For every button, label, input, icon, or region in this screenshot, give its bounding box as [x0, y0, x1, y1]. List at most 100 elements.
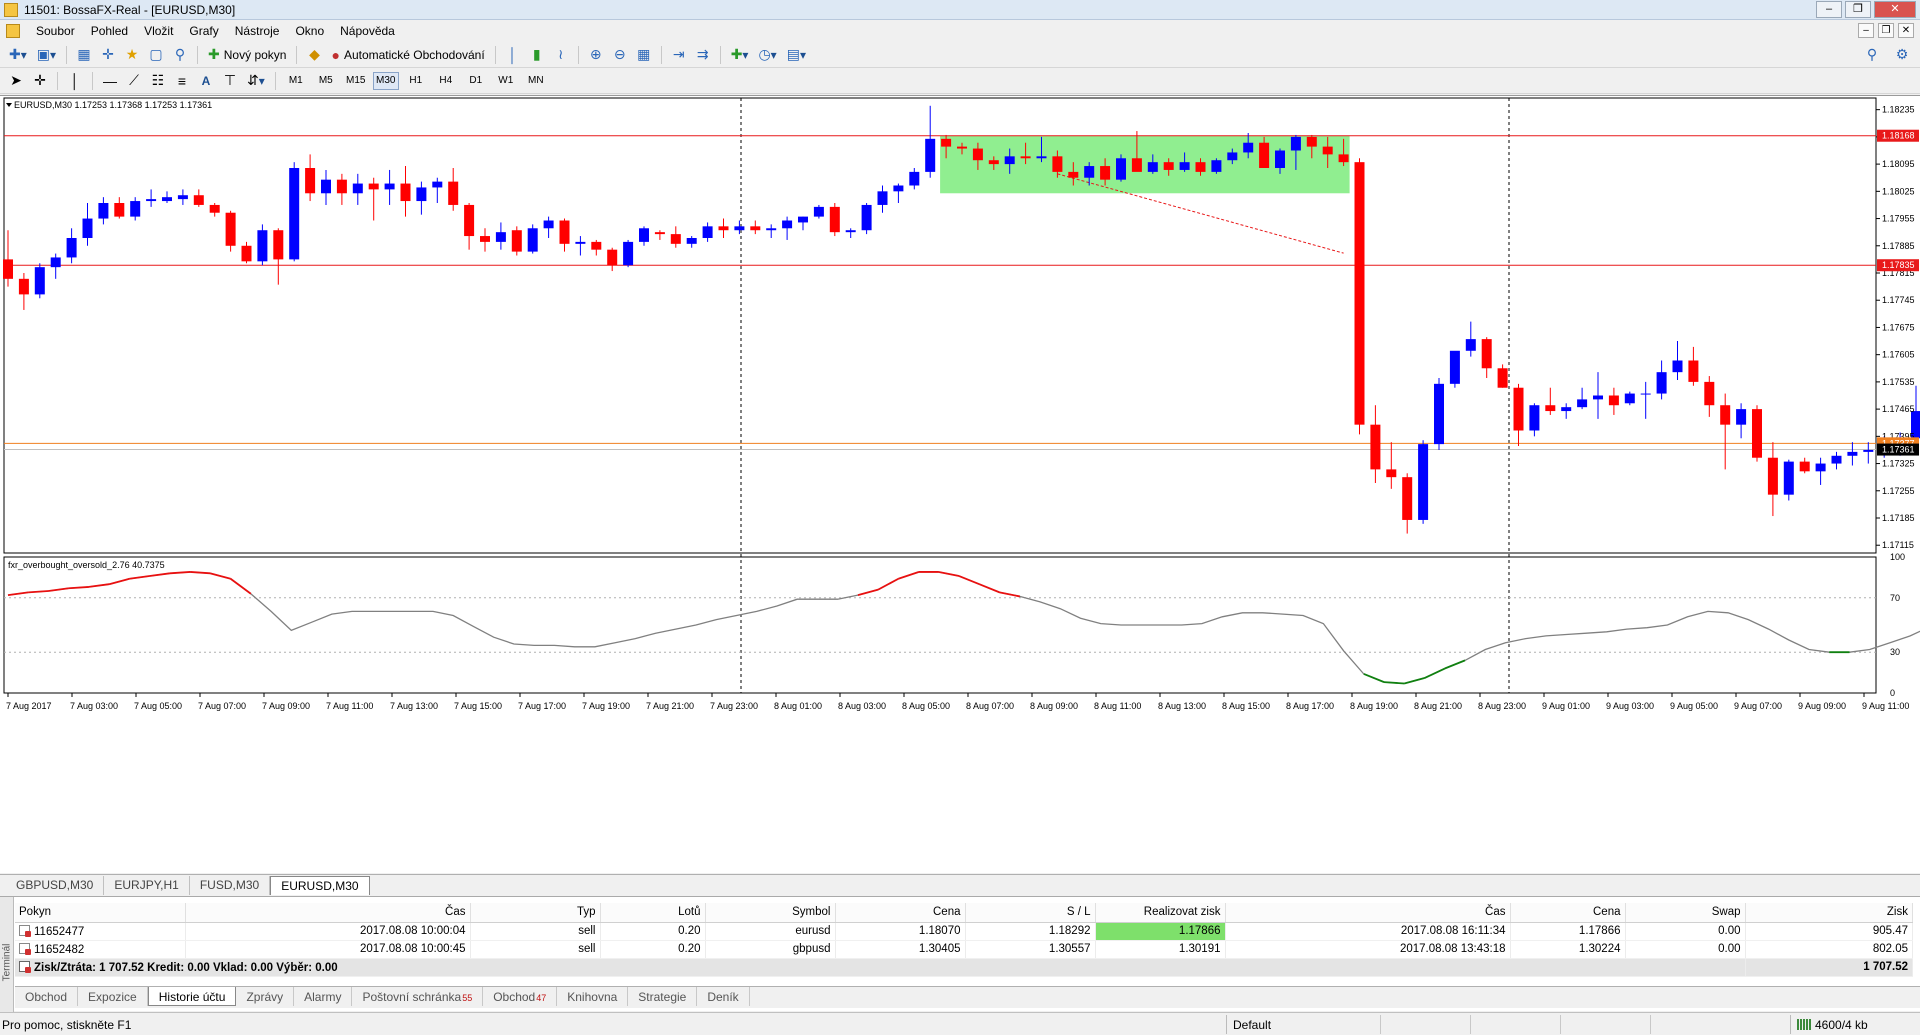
- candle-body: [988, 160, 999, 165]
- mdi-minimize-button[interactable]: –: [1858, 23, 1874, 38]
- time-tick-label: 9 Aug 03:00: [1606, 701, 1654, 711]
- price-chart[interactable]: 1.182351.181651.180951.180251.179551.178…: [0, 96, 1920, 874]
- col-tp[interactable]: Realizovat zisk: [1095, 903, 1226, 923]
- close-button[interactable]: ✕: [1874, 1, 1916, 18]
- table-row[interactable]: 11652477 2017.08.08 10:00:04 sell 0.20 e…: [15, 922, 1913, 941]
- candle-body: [495, 232, 506, 242]
- chart-tab-gbpusd[interactable]: GBPUSD,M30: [6, 876, 105, 895]
- chart-tab-eurusd[interactable]: EURUSD,M30: [270, 876, 370, 895]
- timeframe-h4[interactable]: H4: [433, 72, 459, 90]
- timeframe-m15[interactable]: M15: [343, 72, 369, 90]
- maximize-button[interactable]: ❐: [1845, 1, 1871, 18]
- status-bar: Pro pomoc, stiskněte F1 Default 4600/4 k…: [0, 1012, 1920, 1035]
- col-sl[interactable]: S / L: [965, 903, 1096, 923]
- timeframe-d1[interactable]: D1: [463, 72, 489, 90]
- history-table: Pokyn Čas Typ Lotů Symbol Cena S / L Rea…: [15, 903, 1913, 977]
- menu-pohled[interactable]: Pohled: [83, 22, 136, 40]
- bar-chart-icon[interactable]: │: [503, 45, 523, 65]
- timeframe-m30[interactable]: M30: [372, 71, 399, 90]
- candle-body: [400, 183, 411, 202]
- crosshair-icon[interactable]: ✛: [30, 71, 50, 91]
- zoom-in-icon[interactable]: ⊕: [586, 45, 606, 65]
- trendline-icon[interactable]: ⟋: [124, 71, 144, 91]
- menu-vlozit[interactable]: Vložit: [136, 22, 181, 40]
- text-label-icon[interactable]: ⊤: [220, 71, 240, 91]
- market-watch-icon[interactable]: ▦: [74, 45, 94, 65]
- periods-icon[interactable]: ◷ ▾: [755, 45, 779, 65]
- col-swap[interactable]: Swap: [1625, 903, 1746, 923]
- chart-shift-icon[interactable]: ⇥: [669, 45, 689, 65]
- channel-icon[interactable]: ☷: [148, 71, 168, 91]
- col-cena[interactable]: Cena: [835, 903, 966, 923]
- terminal-tab-mailbox[interactable]: Poštovní schránka55: [352, 987, 484, 1006]
- search-icon[interactable]: ⚲: [1862, 45, 1882, 65]
- new-chart-icon[interactable]: ✚ ▾: [6, 45, 30, 65]
- col-typ[interactable]: Typ: [470, 903, 601, 923]
- price-pane-frame: [3, 97, 1877, 554]
- auto-trading-button[interactable]: ● Automatické Obchodování: [328, 45, 487, 65]
- candle-body: [289, 168, 300, 260]
- col-lotu[interactable]: Lotů: [600, 903, 706, 923]
- terminal-tab-historie[interactable]: Historie účtu: [147, 987, 237, 1006]
- candle: [162, 191, 172, 203]
- line-chart-icon[interactable]: ≀: [551, 45, 571, 65]
- terminal-tab-denik[interactable]: Deník: [697, 987, 750, 1006]
- metaeditor-icon[interactable]: ◆: [304, 45, 324, 65]
- timeframe-w1[interactable]: W1: [493, 72, 519, 90]
- fibonacci-icon[interactable]: ≡: [172, 71, 192, 91]
- table-header: Pokyn Čas Typ Lotů Symbol Cena S / L Rea…: [15, 903, 1913, 923]
- mdi-close-button[interactable]: ✕: [1898, 23, 1914, 38]
- minimize-button[interactable]: –: [1816, 1, 1842, 18]
- timeframe-m1[interactable]: M1: [283, 72, 309, 90]
- col-cas[interactable]: Čas: [185, 903, 471, 923]
- autoscroll-icon[interactable]: ⇉: [693, 45, 713, 65]
- vertical-line-icon[interactable]: │: [65, 71, 85, 91]
- navigator-icon[interactable]: ✛: [98, 45, 118, 65]
- terminal-tab-knihovna[interactable]: Knihovna: [557, 987, 629, 1006]
- text-icon[interactable]: A: [196, 71, 216, 91]
- terminal-tab-obchod[interactable]: Obchod: [15, 987, 79, 1006]
- candlestick-icon[interactable]: ▮: [527, 45, 547, 65]
- timeframe-mn[interactable]: MN: [523, 72, 549, 90]
- col-zisk[interactable]: Zisk: [1745, 903, 1913, 923]
- terminal-tab-expozice[interactable]: Expozice: [78, 987, 148, 1006]
- indicators-icon[interactable]: ✚ ▾: [728, 45, 752, 65]
- profile-name[interactable]: Default: [1226, 1015, 1277, 1034]
- col-symbol[interactable]: Symbol: [705, 903, 836, 923]
- menu-nastroje[interactable]: Nástroje: [227, 22, 288, 40]
- arrows-icon[interactable]: ⇵ ▾: [244, 71, 268, 91]
- terminal-tab-strategie[interactable]: Strategie: [628, 987, 698, 1006]
- table-row[interactable]: 11652482 2017.08.08 10:00:45 sell 0.20 g…: [15, 940, 1913, 959]
- terminal-tab-alarmy[interactable]: Alarmy: [294, 987, 353, 1006]
- col-close-price[interactable]: Cena: [1510, 903, 1626, 923]
- profiles-icon[interactable]: ▣ ▾: [34, 45, 59, 65]
- timeframe-m5[interactable]: M5: [313, 72, 339, 90]
- community-icon[interactable]: ⚙: [1892, 45, 1912, 65]
- mdi-restore-button[interactable]: ❐: [1878, 23, 1894, 38]
- candle-body: [782, 220, 793, 229]
- chart-window[interactable]: 1.182351.181651.180951.180251.179551.178…: [0, 95, 1920, 873]
- favorites-icon[interactable]: ★: [122, 45, 142, 65]
- col-close-time[interactable]: Čas: [1225, 903, 1511, 923]
- time-tick-label: 8 Aug 15:00: [1222, 701, 1270, 711]
- col-pokyn[interactable]: Pokyn: [15, 903, 186, 923]
- menu-soubor[interactable]: Soubor: [28, 22, 83, 40]
- candle: [511, 226, 522, 256]
- chart-tab-eurjpy[interactable]: EURJPY,H1: [104, 876, 190, 895]
- terminal-tab-market[interactable]: Obchod47: [483, 987, 558, 1006]
- timeframe-h1[interactable]: H1: [403, 72, 429, 90]
- tester-icon[interactable]: ⚲: [170, 45, 190, 65]
- new-order-button[interactable]: ✚ Nový pokyn: [205, 45, 289, 65]
- horizontal-line-icon[interactable]: —: [100, 71, 120, 91]
- menu-okno[interactable]: Okno: [287, 22, 332, 40]
- templates-icon[interactable]: ▤ ▾: [784, 45, 809, 65]
- terminal-icon[interactable]: ▢: [146, 45, 166, 65]
- zoom-out-icon[interactable]: ⊖: [610, 45, 630, 65]
- terminal-tab-zpravy[interactable]: Zprávy: [236, 987, 295, 1006]
- connection-status[interactable]: 4600/4 kb: [1790, 1015, 1874, 1034]
- tile-windows-icon[interactable]: ▦: [634, 45, 654, 65]
- cursor-icon[interactable]: ➤: [6, 71, 26, 91]
- chart-tab-fusd[interactable]: FUSD,M30: [190, 876, 271, 895]
- menu-grafy[interactable]: Grafy: [181, 22, 226, 40]
- menu-napoveda[interactable]: Nápověda: [332, 22, 403, 40]
